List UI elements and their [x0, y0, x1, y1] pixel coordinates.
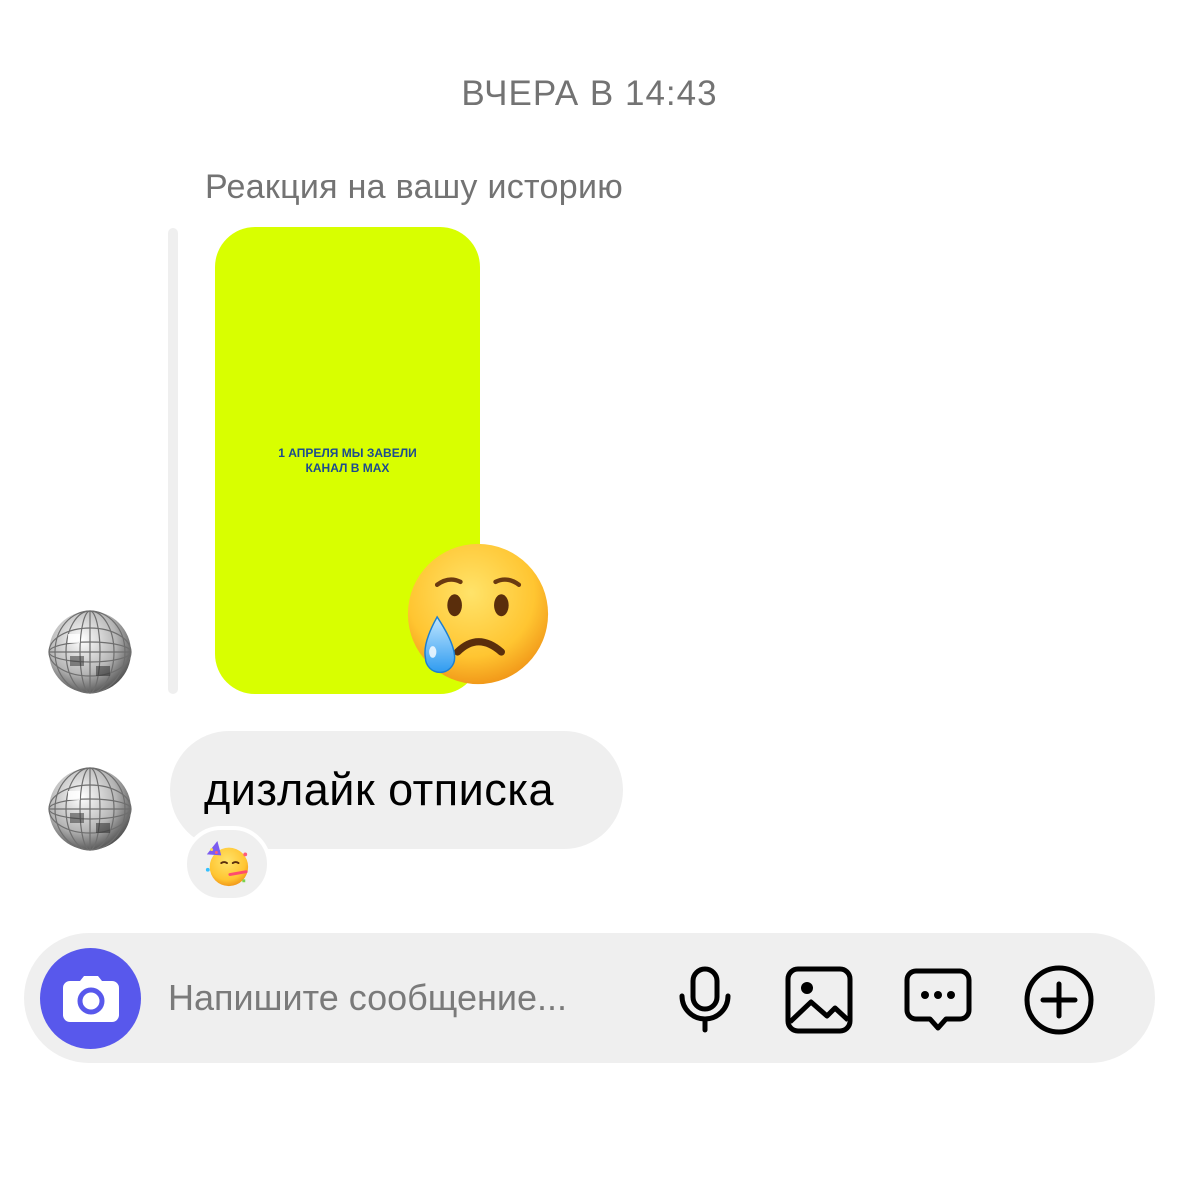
reply-indicator-line — [168, 228, 178, 694]
crying-face-emoji — [407, 543, 549, 685]
story-text: 1 АПРЕЛЯ МЫ ЗАВЕЛИ КАНАЛ В MAX — [278, 446, 417, 475]
message-reaction[interactable] — [183, 826, 271, 902]
message-input[interactable] — [168, 970, 648, 1026]
partying-face-emoji — [205, 840, 249, 887]
plus-icon — [1024, 965, 1094, 1035]
sticker-button[interactable] — [898, 960, 978, 1040]
gallery-button[interactable] — [779, 960, 859, 1040]
gallery-icon — [785, 966, 853, 1034]
camera-button[interactable] — [40, 948, 141, 1049]
chat-screen: ВЧЕРА В 14:43 Реакция на вашу историю 1 … — [0, 0, 1179, 1190]
sender-avatar-disco-ball[interactable] — [48, 767, 132, 851]
sender-avatar-disco-ball[interactable] — [48, 610, 132, 694]
camera-icon — [62, 975, 119, 1022]
voice-message-button[interactable] — [665, 960, 745, 1040]
timestamp: ВЧЕРА В 14:43 — [461, 74, 718, 113]
sticker-icon — [904, 968, 972, 1031]
more-options-button[interactable] — [1019, 960, 1099, 1040]
message-text: дизлайк отписка — [204, 764, 554, 815]
story-reaction-caption: Реакция на вашу историю — [205, 168, 624, 206]
microphone-icon — [679, 966, 731, 1033]
